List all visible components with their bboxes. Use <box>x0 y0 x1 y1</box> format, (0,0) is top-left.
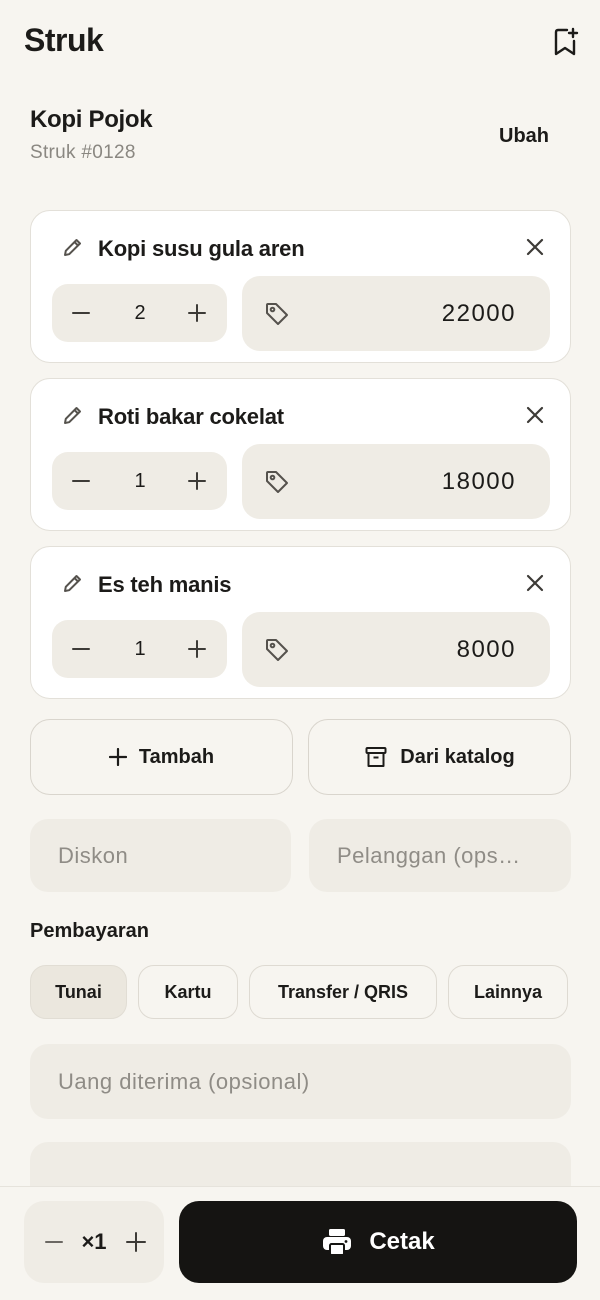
payment-method-transfer-qris[interactable]: Transfer / QRIS <box>249 965 437 1019</box>
pencil-icon[interactable] <box>61 235 85 259</box>
add-item-label: Tambah <box>138 745 215 768</box>
page-title: Struk <box>24 22 104 58</box>
discount-input[interactable] <box>30 819 291 892</box>
price-value: 22000 <box>441 300 516 327</box>
quantity-value: 1 <box>134 470 146 492</box>
quantity-stepper: 1 <box>52 620 227 678</box>
top-bar: Struk <box>0 0 600 90</box>
price-input[interactable]: 18000 <box>242 444 550 519</box>
minus-icon <box>72 480 90 482</box>
pencil-icon[interactable] <box>61 571 85 595</box>
close-icon <box>526 406 544 424</box>
price-input[interactable]: 22000 <box>242 276 550 351</box>
decrease-quantity-button[interactable] <box>66 634 96 664</box>
minus-icon <box>72 648 90 650</box>
print-button[interactable]: Cetak <box>179 1201 577 1283</box>
payment-method-cash[interactable]: Tunai <box>30 965 127 1019</box>
increase-copies-button[interactable] <box>122 1228 150 1256</box>
from-catalog-label: Dari katalog <box>400 745 515 768</box>
plus-icon <box>188 472 206 490</box>
from-catalog-button[interactable]: Dari katalog <box>308 719 571 795</box>
bookmark-add-button[interactable] <box>548 24 584 60</box>
receipt-number: Struk #0128 <box>30 142 136 163</box>
close-icon <box>526 574 544 592</box>
copies-stepper: ×1 <box>24 1201 164 1283</box>
price-tag-icon <box>266 303 288 325</box>
list-item: Es teh manis 1 8000 <box>30 546 571 699</box>
minus-icon <box>72 312 90 314</box>
price-tag-icon <box>266 639 288 661</box>
quantity-stepper: 2 <box>52 284 227 342</box>
plus-icon <box>188 304 206 322</box>
close-icon <box>526 238 544 256</box>
price-value: 18000 <box>441 468 516 495</box>
increase-quantity-button[interactable] <box>182 466 212 496</box>
add-item-button[interactable]: Tambah <box>30 719 293 795</box>
plus-icon <box>188 640 206 658</box>
print-label: Cetak <box>369 1228 435 1255</box>
list-item: Roti bakar cokelat 1 18000 <box>30 378 571 531</box>
increase-quantity-button[interactable] <box>182 298 212 328</box>
store-info: Kopi Pojok Struk #0128 <box>30 106 153 164</box>
quantity-value: 2 <box>134 302 146 324</box>
item-name[interactable]: Roti bakar cokelat <box>98 403 284 431</box>
price-value: 8000 <box>456 636 516 663</box>
bottom-action-bar: ×1 Cetak <box>0 1186 600 1300</box>
decrease-quantity-button[interactable] <box>66 298 96 328</box>
printer-icon <box>323 1229 352 1256</box>
increase-quantity-button[interactable] <box>182 634 212 664</box>
pencil-icon[interactable] <box>61 403 85 427</box>
payment-method-card[interactable]: Kartu <box>138 965 238 1019</box>
remove-item-button[interactable] <box>521 401 549 429</box>
item-list: Kopi susu gula aren 2 22000 Roti bakar c… <box>30 210 571 714</box>
list-item: Kopi susu gula aren 2 22000 <box>30 210 571 363</box>
bookmark-plus-icon <box>554 27 579 56</box>
minus-icon <box>45 1241 63 1243</box>
payment-method-other[interactable]: Lainnya <box>448 965 568 1019</box>
store-name: Kopi Pojok <box>30 106 153 133</box>
price-input[interactable]: 8000 <box>242 612 550 687</box>
price-tag-icon <box>266 471 288 493</box>
copies-count: ×1 <box>81 1229 107 1254</box>
plus-icon <box>126 1232 146 1252</box>
decrease-quantity-button[interactable] <box>66 466 96 496</box>
remove-item-button[interactable] <box>521 233 549 261</box>
quantity-value: 1 <box>134 638 146 660</box>
item-name[interactable]: Kopi susu gula aren <box>98 235 305 263</box>
remove-item-button[interactable] <box>521 569 549 597</box>
decrease-copies-button[interactable] <box>40 1228 68 1256</box>
archive-icon <box>365 747 387 767</box>
edit-store-button[interactable]: Ubah <box>488 120 560 152</box>
amount-received-input[interactable] <box>30 1044 571 1119</box>
quantity-stepper: 1 <box>52 452 227 510</box>
payment-label: Pembayaran <box>30 920 149 942</box>
plus-icon <box>108 748 127 766</box>
item-name[interactable]: Es teh manis <box>98 571 232 599</box>
customer-input[interactable] <box>309 819 571 892</box>
